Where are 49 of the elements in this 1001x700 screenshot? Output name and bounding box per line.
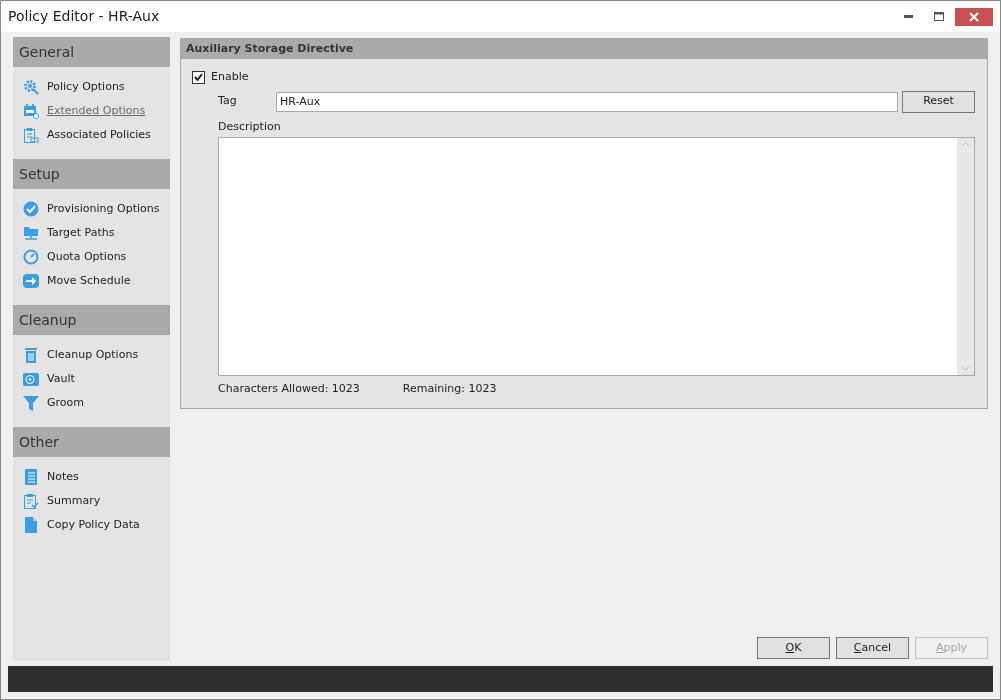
minimize-icon (904, 15, 913, 18)
scroll-up-icon (962, 142, 969, 146)
remaining-text: Remaining: 1023 (402, 381, 497, 397)
gauge-icon (23, 249, 39, 265)
maximize-icon (933, 12, 944, 21)
trash-icon (23, 347, 39, 363)
description-field[interactable] (218, 137, 975, 376)
check-icon (194, 73, 203, 82)
checklist-icon (23, 493, 39, 509)
sidebar-item[interactable]: Target Paths (23, 221, 115, 245)
calendar-icon (23, 103, 39, 119)
sidebar-item[interactable]: Summary (23, 489, 101, 513)
characters-allowed-text: Characters Allowed: 1023 (218, 381, 360, 397)
sidebar-item[interactable]: Copy Policy Data (23, 513, 140, 537)
panel-header: Auxiliary Storage Directive (181, 39, 987, 59)
ok-button[interactable]: OK (757, 637, 830, 659)
close-button[interactable] (955, 7, 993, 26)
sidebar-item[interactable]: Move Schedule (23, 269, 131, 293)
reset-button[interactable]: Reset (902, 90, 975, 113)
section-header: Setup (13, 159, 170, 189)
description-label: Description (218, 118, 281, 135)
folder-icon (23, 225, 39, 241)
sidebar-item[interactable]: Groom (23, 391, 84, 415)
funnel-icon (23, 395, 39, 411)
gear-icon (23, 79, 39, 95)
section-header: Other (13, 427, 170, 457)
check-circle-icon (23, 201, 39, 217)
enable-checkbox[interactable]: Enable (192, 69, 249, 86)
sidebar-item[interactable]: Vault (23, 367, 75, 391)
sidebar-item[interactable]: Cleanup Options (23, 343, 139, 367)
cancel-button[interactable]: Cancel (836, 637, 909, 659)
window-title: Policy Editor - HR-Aux (8, 7, 160, 26)
tag-label: Tag (218, 93, 238, 110)
tag-field[interactable]: HR-Aux (276, 91, 898, 112)
document-icon (23, 517, 39, 533)
notebook-icon (23, 469, 39, 485)
sidebar-item[interactable]: Policy Options (23, 75, 125, 99)
sidebar-item[interactable]: Extended Options (23, 99, 146, 123)
scrollbar[interactable] (957, 138, 974, 375)
scroll-down-icon (962, 367, 969, 371)
section-header: General (13, 37, 170, 67)
close-icon (969, 11, 979, 22)
sidebar-item[interactable]: Notes (23, 465, 79, 489)
section-header: Cleanup (13, 305, 170, 335)
sidebar-item[interactable]: Associated Policies (23, 123, 151, 147)
sidebar-item[interactable]: Quota Options (23, 245, 127, 269)
safe-icon (23, 371, 39, 387)
clipboard-icon (23, 127, 39, 143)
sidebar-item[interactable]: Provisioning Options (23, 197, 160, 221)
